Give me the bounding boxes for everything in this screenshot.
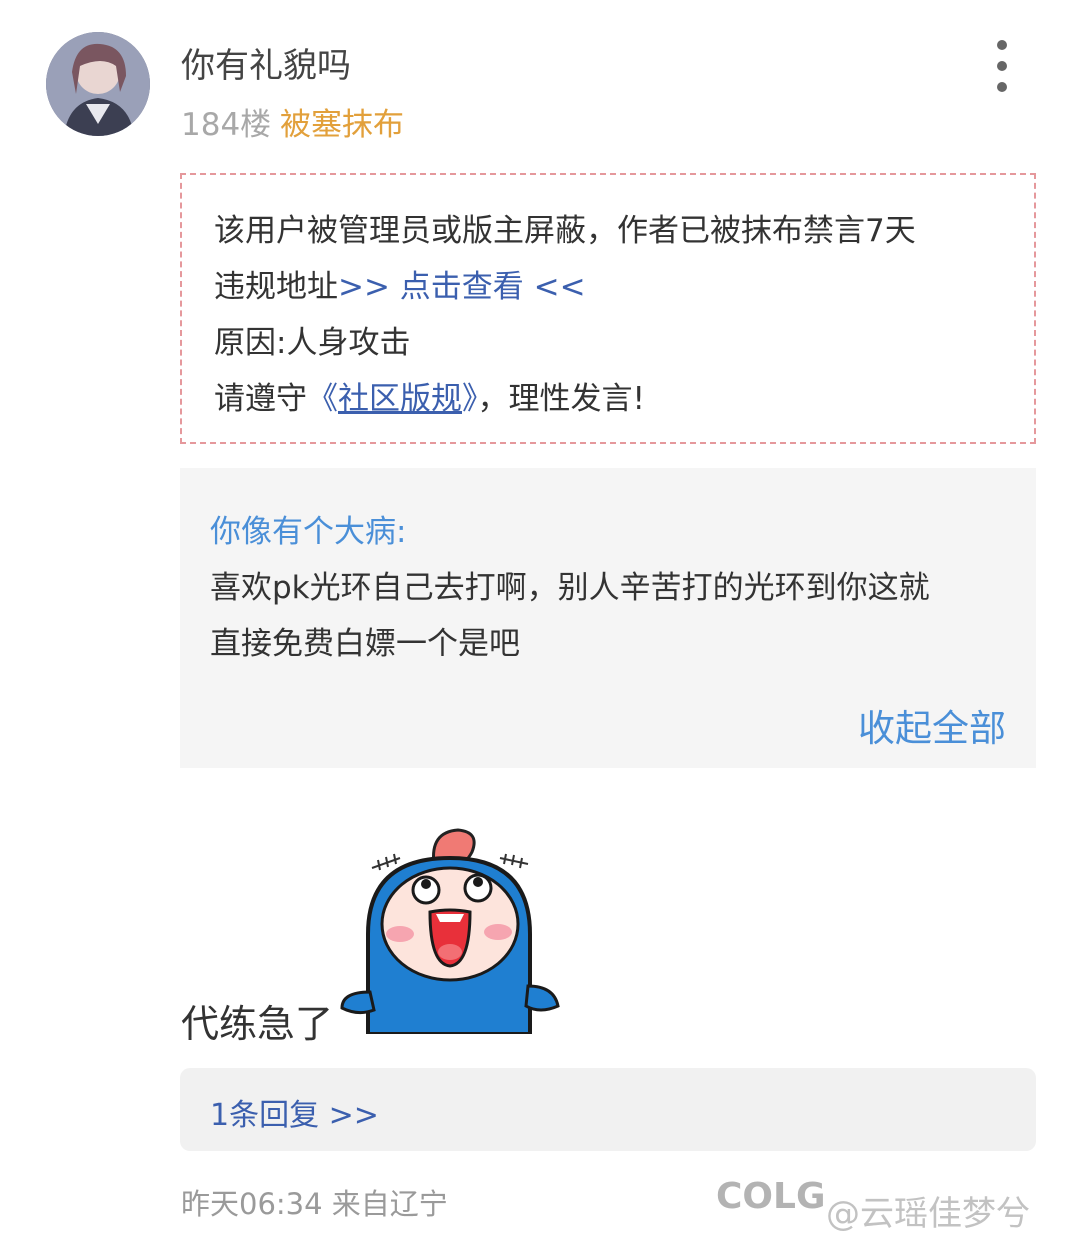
notice-rules-suffix: ，理性发言! [477,381,645,417]
floor-number: 184楼 [181,107,272,143]
moderation-notice: 该用户被管理员或版主屏蔽，作者已被抹布禁言7天 违规地址>> 点击查看 << 原… [180,173,1036,444]
avatar-image [46,32,150,136]
rules-close-bracket: 》 [462,381,478,417]
avatar[interactable] [46,32,150,136]
notice-violation-label: 违规地址 [214,269,338,305]
quote-text-line: 喜欢pk光环自己去打啊，别人辛苦打的光环到你这就 [210,570,930,606]
notice-reason: 原因:人身攻击 [214,325,411,361]
notice-rules-line: 请遵守《社区版规》，理性发言! [214,373,645,418]
community-rules-link[interactable]: 社区版规 [338,381,462,417]
rules-open-bracket: 《 [307,381,338,417]
collapse-all-button[interactable]: 收起全部 [858,698,1006,752]
replies-button[interactable]: 1条回复 >> [180,1068,1036,1151]
user-badge: 被塞抹布 [280,107,404,143]
view-violation-link[interactable]: >> 点击查看 << [338,269,586,305]
post-content: 代练急了 [181,1002,334,1046]
notice-violation-line: 违规地址>> 点击查看 << [214,261,586,306]
notice-line: 该用户被管理员或版主屏蔽，作者已被抹布禁言7天 [214,213,916,249]
quoted-reply: 你像有个大病: 喜欢pk光环自己去打啊，别人辛苦打的光环到你这就 直接免费白嫖一… [180,468,1036,768]
username[interactable]: 你有礼貌吗 [181,38,351,87]
watermark-logo: COLG [716,1176,826,1217]
watermark-user: @云瑶佳梦兮 [826,1194,1030,1234]
more-options-icon[interactable] [982,40,1022,92]
blue-fish-laughing-sticker [340,828,560,1034]
quote-text-line: 直接免费白嫖一个是吧 [210,626,520,662]
post-timestamp: 昨天06:34 来自辽宁 [181,1187,448,1221]
quote-author[interactable]: 你像有个大病: [210,506,406,551]
notice-rules-prefix: 请遵守 [214,381,307,417]
replies-label: 1条回复 >> [210,1098,379,1133]
